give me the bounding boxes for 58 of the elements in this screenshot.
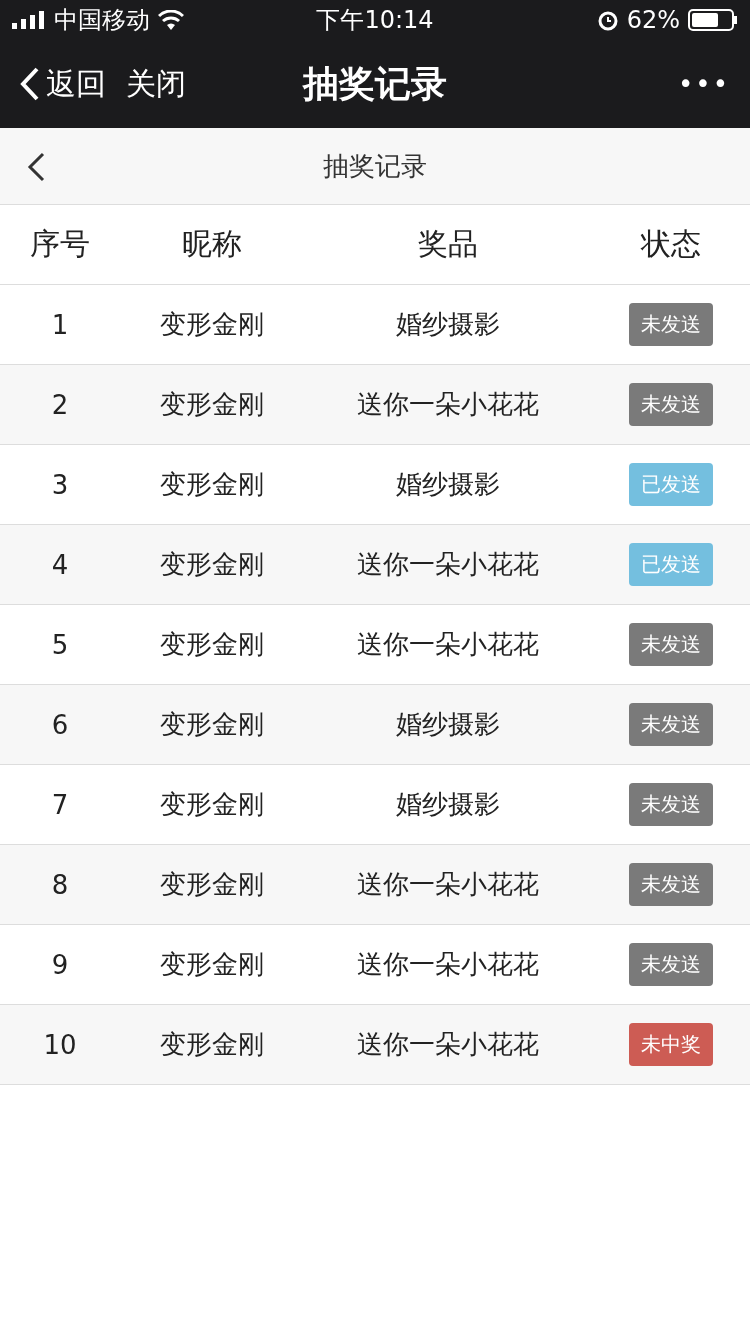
table-cell-text: 婚纱摄影 <box>396 708 500 741</box>
table-cell: 4 <box>51 549 69 580</box>
table-cell-text: 变形金刚 <box>160 708 264 741</box>
table-cell: 8 <box>51 869 69 900</box>
table-cell-text: 变形金刚 <box>160 468 264 501</box>
status-badge: 未发送 <box>629 863 713 906</box>
status-badge: 未发送 <box>629 703 713 746</box>
back-chevron-icon[interactable] <box>26 152 46 182</box>
table-cell: 6 <box>51 709 69 740</box>
clock-time: 下午10:14 <box>316 6 434 34</box>
table-cell-text: 送你一朵小花花 <box>357 388 539 421</box>
wifi-icon <box>158 10 184 30</box>
status-badge: 未发送 <box>629 943 713 986</box>
table-cell: 1 <box>51 309 69 340</box>
table-cell-text: 变形金刚 <box>160 868 264 901</box>
column-header: 昵称 <box>182 225 242 263</box>
table-cell-text: 送你一朵小花花 <box>357 628 539 661</box>
table-cell: 5 <box>51 629 69 660</box>
column-header: 奖品 <box>418 225 478 263</box>
back-link[interactable]: 返回 <box>20 63 106 105</box>
table-cell: 9 <box>51 949 69 980</box>
battery-icon <box>688 9 738 31</box>
table-cell-text: 送你一朵小花花 <box>357 548 539 581</box>
table-cell-text: 婚纱摄影 <box>396 308 500 341</box>
table-cell-text: 变形金刚 <box>160 548 264 581</box>
table-cell-text: 送你一朵小花花 <box>357 868 539 901</box>
back-chevron-icon <box>20 67 40 101</box>
table-cell: 7 <box>51 789 69 820</box>
signal-icon <box>12 11 46 29</box>
battery-percent: 62% <box>626 6 680 34</box>
table-cell: 3 <box>51 469 69 500</box>
column-header: 序号 <box>30 225 90 263</box>
more-menu-button[interactable]: ••• <box>678 69 730 99</box>
table-cell-text: 变形金刚 <box>160 628 264 661</box>
column-header: 状态 <box>641 225 701 263</box>
status-badge: 已发送 <box>629 543 713 586</box>
table-cell-text: 婚纱摄影 <box>396 788 500 821</box>
status-badge: 已发送 <box>629 463 713 506</box>
page-title: 抽奖记录 <box>323 149 427 183</box>
alarm-icon <box>596 9 619 31</box>
table-cell-text: 送你一朵小花花 <box>357 948 539 981</box>
table-cell-text: 变形金刚 <box>160 308 264 341</box>
nav-title: 抽奖记录 <box>303 61 447 106</box>
table-cell-text: 变形金刚 <box>160 1028 264 1061</box>
status-badge: 未发送 <box>629 383 713 426</box>
table-cell: 10 <box>43 1029 77 1060</box>
status-badge: 未发送 <box>629 623 713 666</box>
carrier-name: 中国移动 <box>54 5 150 36</box>
table-cell: 2 <box>51 389 69 420</box>
table-cell-text: 变形金刚 <box>160 388 264 421</box>
table-cell-text: 变形金刚 <box>160 788 264 821</box>
status-badge: 未中奖 <box>629 1023 713 1066</box>
table-cell-text: 变形金刚 <box>160 948 264 981</box>
table-cell-text: 送你一朵小花花 <box>357 1028 539 1061</box>
status-badge: 未发送 <box>629 303 713 346</box>
table-cell-text: 婚纱摄影 <box>396 468 500 501</box>
status-badge: 未发送 <box>629 783 713 826</box>
close-link[interactable]: 关闭 <box>126 63 186 105</box>
